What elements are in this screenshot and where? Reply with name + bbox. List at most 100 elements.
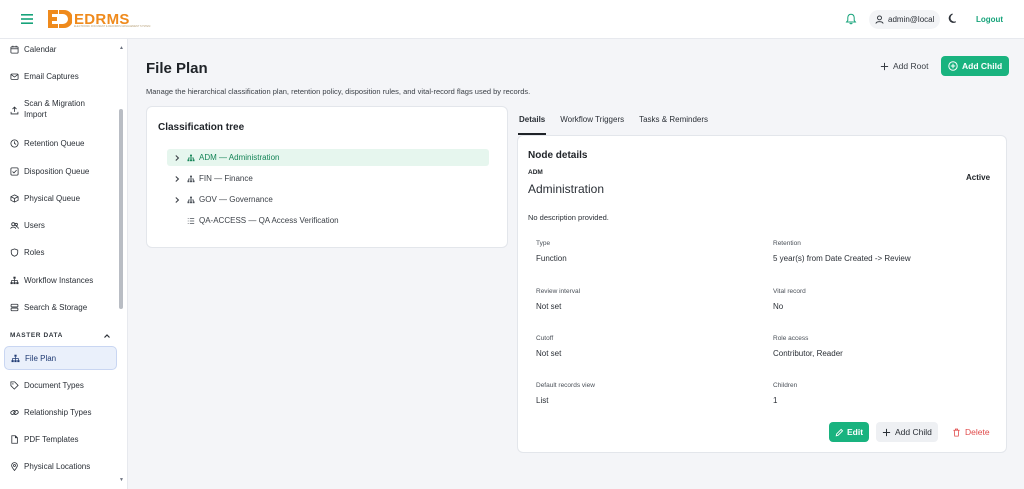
box-icon: [10, 194, 19, 203]
sidebar-item-label: PDF Templates: [24, 435, 79, 444]
tree-node-qa-access[interactable]: QA-ACCESS — QA Access Verification: [167, 212, 489, 229]
calendar-icon: [10, 45, 19, 54]
sidebar-item-label: Roles: [24, 248, 45, 257]
sidebar-item-label: Workflow Instances: [24, 276, 94, 285]
field-value: Contributor, Reader: [773, 349, 843, 358]
add-root-button[interactable]: Add Root: [873, 56, 935, 76]
sidebar-item-disposition-queue[interactable]: Disposition Queue: [4, 166, 117, 177]
hierarchy-icon: [187, 154, 195, 161]
tab-workflow-triggers[interactable]: Workflow Triggers: [559, 110, 624, 134]
file-icon: [11, 435, 18, 444]
node-details-title: Node details: [528, 150, 588, 161]
sidebar-item-users[interactable]: Users: [4, 220, 117, 231]
brand-tagline: ELECTRONIC DOCUMENT & RECORDS MANAGEMENT…: [74, 25, 151, 28]
upload-icon: [10, 106, 19, 115]
tree-node-fin[interactable]: FIN — Finance: [167, 170, 489, 187]
sidebar-item-document-types[interactable]: Document Types: [4, 380, 117, 391]
field-value: Function: [536, 254, 567, 263]
sidebar-item-label: Physical Locations: [24, 462, 91, 471]
sidebar-item-email-captures[interactable]: Email Captures: [4, 71, 117, 82]
sidebar-scrollbar[interactable]: [119, 109, 123, 309]
node-description: No description provided.: [528, 213, 609, 222]
delete-button[interactable]: Delete: [948, 422, 994, 442]
users-icon: [10, 222, 19, 229]
plus-icon: [880, 62, 889, 70]
tree-node-gov[interactable]: GOV — Governance: [167, 191, 489, 208]
shield-icon: [10, 248, 19, 257]
sidebar-item-physical-queue[interactable]: Physical Queue: [4, 193, 117, 204]
scroll-up-arrow[interactable]: ▲: [119, 45, 124, 51]
sidebar-item-label: Calendar: [24, 45, 57, 54]
sidebar-item-pdf-templates[interactable]: PDF Templates: [4, 434, 117, 445]
chevron-right-icon[interactable]: [173, 175, 181, 183]
tree-node-adm[interactable]: ADM — Administration: [167, 149, 489, 166]
status-badge: Active: [966, 173, 991, 182]
chevron-right-icon[interactable]: [173, 154, 181, 162]
tree-node-label: QA-ACCESS — QA Access Verification: [199, 216, 339, 225]
field-label: Role access: [773, 335, 809, 342]
chevron-up-icon[interactable]: [103, 332, 111, 340]
sidebar-item-label: Disposition Queue: [24, 167, 90, 176]
hamburger-menu-icon[interactable]: [21, 14, 33, 24]
tree-title: Classification tree: [158, 122, 245, 133]
edit-label: Edit: [847, 427, 864, 437]
brand-logo[interactable]: EDRMS ELECTRONIC DOCUMENT & RECORDS MANA…: [46, 8, 150, 30]
hierarchy-icon: [187, 175, 195, 182]
sidebar-item-physical-locations[interactable]: Physical Locations: [4, 461, 117, 472]
field-role-access: Role access Contributor, Reader: [773, 335, 993, 358]
sidebar-item-calendar[interactable]: Calendar: [4, 44, 117, 55]
tree-node-label: ADM — Administration: [199, 153, 280, 162]
pin-icon: [11, 462, 18, 471]
tree-node-label: GOV — Governance: [199, 195, 273, 204]
add-child-button[interactable]: Add Child: [941, 56, 1010, 76]
sidebar-item-label: Scan & Migration Import: [24, 99, 85, 119]
field-default-records-view: Default records view List: [536, 382, 756, 405]
node-name: Administration: [528, 182, 605, 196]
field-label: Review interval: [536, 288, 581, 295]
tab-tasks-reminders[interactable]: Tasks & Reminders: [638, 110, 708, 134]
sidebar-item-label: File Plan: [25, 353, 57, 363]
page-description: Manage the hierarchical classification p…: [146, 87, 531, 96]
field-value: 1: [773, 396, 778, 405]
bell-icon[interactable]: [845, 13, 857, 25]
logout-link[interactable]: Logout: [976, 15, 1003, 24]
classification-tree-card: Classification tree ADM — Administration…: [146, 106, 508, 248]
page-title: File Plan: [146, 60, 208, 77]
field-retention: Retention 5 year(s) from Date Created ->…: [773, 240, 993, 263]
add-child-node-button[interactable]: Add Child: [876, 422, 938, 442]
hierarchy-icon: [187, 196, 195, 203]
detail-tabs: Details Workflow Triggers Tasks & Remind…: [518, 110, 708, 135]
sidebar-item-workflow-instances[interactable]: Workflow Instances: [4, 275, 117, 286]
scroll-down-arrow[interactable]: ▼: [119, 477, 124, 483]
link-icon: [10, 410, 19, 415]
sidebar-item-relationship-types[interactable]: Relationship Types: [4, 407, 117, 418]
field-vital-record: Vital record No: [773, 288, 993, 311]
checkbox-icon: [10, 167, 19, 176]
field-cutoff: Cutoff Not set: [536, 335, 756, 358]
hierarchy-icon: [10, 276, 19, 285]
sidebar-item-retention-queue[interactable]: Retention Queue: [4, 138, 117, 149]
tag-icon: [10, 381, 19, 390]
field-children: Children 1: [773, 382, 993, 405]
field-label: Default records view: [536, 382, 595, 389]
user-icon: [875, 15, 884, 24]
sidebar-item-file-plan[interactable]: File Plan: [4, 346, 117, 370]
edit-button[interactable]: Edit: [829, 422, 870, 442]
chevron-right-icon[interactable]: [173, 196, 181, 204]
sidebar: ▲ ▼ Calendar Email Captures Scan & Migra…: [0, 39, 128, 489]
field-type: Type Function: [536, 240, 756, 263]
sidebar-item-label: Physical Queue: [24, 194, 81, 203]
user-menu[interactable]: admin@local: [869, 10, 941, 29]
node-details-card: Node details ADM Administration Active N…: [517, 135, 1007, 453]
sidebar-item-scan-migration-import[interactable]: Scan & Migration Import: [4, 98, 117, 120]
pencil-icon: [835, 428, 844, 436]
sidebar-item-search-storage[interactable]: Search & Storage: [4, 302, 117, 313]
clock-icon: [10, 139, 19, 148]
moon-icon[interactable]: [948, 13, 959, 24]
top-bar: EDRMS ELECTRONIC DOCUMENT & RECORDS MANA…: [0, 0, 1024, 39]
sidebar-item-roles[interactable]: Roles: [4, 247, 117, 258]
section-title-master-data: MASTER DATA: [10, 332, 63, 339]
logo-mark-icon: [48, 10, 72, 28]
envelope-icon: [10, 73, 19, 80]
tab-details[interactable]: Details: [518, 110, 547, 135]
